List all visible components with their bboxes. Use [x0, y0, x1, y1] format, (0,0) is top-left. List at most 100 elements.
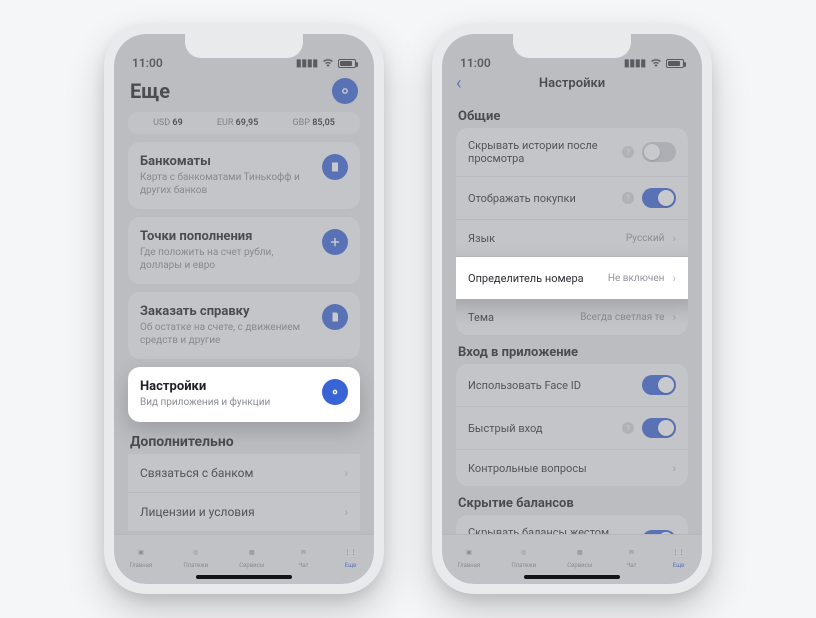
- tab-payments[interactable]: ◎Платежи: [183, 544, 208, 569]
- chevron-right-icon: ›: [672, 461, 676, 475]
- setting-theme[interactable]: Тема Всегда светлая те ›: [456, 299, 688, 335]
- menu-item-topup[interactable]: Точки пополнения Где положить на счет ру…: [128, 217, 360, 284]
- chevron-right-icon: ›: [344, 466, 348, 480]
- group-title-login: Вход в приложение: [458, 345, 686, 360]
- signal-icon: ▮▮▮▮: [624, 58, 646, 69]
- chevron-right-icon: ›: [672, 271, 676, 285]
- chat-icon: ✉: [295, 544, 311, 560]
- services-icon: ▦: [244, 544, 260, 560]
- home-indicator[interactable]: [196, 575, 292, 579]
- tab-more[interactable]: ⋮⋮Еще: [342, 544, 358, 569]
- tab-more[interactable]: ⋮⋮Еще: [670, 544, 686, 569]
- extra-licenses[interactable]: Лицензии и условия ›: [128, 493, 360, 532]
- more-icon: ⋮⋮: [670, 544, 686, 560]
- hide-history-label: Скрывать истории после просмотра: [468, 139, 614, 165]
- page-header: Еще: [114, 72, 374, 112]
- toggle-quick-login[interactable]: [642, 418, 676, 438]
- currency-rates[interactable]: USD 69 EUR 69,95 GBP 85,05: [128, 112, 360, 134]
- back-button[interactable]: ‹: [456, 73, 461, 94]
- menu-item-settings[interactable]: Настройки Вид приложения и функции: [128, 367, 360, 422]
- payments-icon: ◎: [516, 544, 532, 560]
- tab-chat[interactable]: ✉Чат: [623, 544, 639, 569]
- gbp-label: GBP: [293, 118, 310, 128]
- status-time: 11:00: [460, 56, 491, 70]
- theme-value: Всегда светлая те: [580, 312, 664, 323]
- setting-caller-id[interactable]: Определитель номера Не включен ›: [456, 257, 688, 299]
- quick-login-label: Быстрый вход: [468, 422, 614, 435]
- settings-title: Настройки: [140, 379, 312, 394]
- home-icon: ▣: [133, 544, 149, 560]
- profile-icon[interactable]: [332, 78, 358, 104]
- status-time: 11:00: [132, 56, 163, 70]
- usd-label: USD: [153, 118, 170, 128]
- language-label: Язык: [468, 232, 618, 245]
- services-icon: ▦: [572, 544, 588, 560]
- chevron-right-icon: ›: [344, 505, 348, 519]
- chat-icon: ✉: [623, 544, 639, 560]
- tab-services[interactable]: ▦Сервисы: [239, 544, 264, 569]
- settings-group-login: Использовать Face ID Быстрый вход ? Конт…: [456, 364, 688, 486]
- atm-icon: [322, 154, 348, 180]
- atms-subtitle: Карта с банкоматами Тинькофф и других ба…: [140, 172, 312, 197]
- tab-main[interactable]: ▣Главная: [130, 544, 153, 569]
- security-questions-label: Контрольные вопросы: [468, 462, 664, 475]
- nav-title: Настройки: [539, 76, 605, 91]
- toggle-faceid[interactable]: [642, 375, 676, 395]
- eur-value: 69,95: [236, 118, 259, 128]
- gbp-value: 85,05: [312, 118, 335, 128]
- gear-icon: [322, 379, 348, 405]
- payments-icon: ◎: [188, 544, 204, 560]
- topup-title: Точки пополнения: [140, 229, 312, 244]
- help-icon[interactable]: ?: [622, 422, 634, 434]
- settings-subtitle: Вид приложения и функции: [140, 397, 312, 410]
- licenses-label: Лицензии и условия: [140, 505, 255, 519]
- phone-right-mockup: 11:00 ▮▮▮▮ ‹ Настройки Общие Скрывать ис…: [432, 24, 712, 594]
- extra-section-title: Дополнительно: [130, 434, 358, 450]
- callerid-value: Не включен: [608, 273, 665, 284]
- plus-icon: [322, 229, 348, 255]
- setting-security-questions[interactable]: Контрольные вопросы ›: [456, 450, 688, 486]
- device-notch: [185, 34, 303, 58]
- group-title-general: Общие: [458, 109, 686, 124]
- setting-show-purchases[interactable]: Отображать покупки ?: [456, 177, 688, 220]
- menu-item-atms[interactable]: Банкоматы Карта с банкоматами Тинькофф и…: [128, 142, 360, 209]
- group-title-balances: Скрытие балансов: [458, 496, 686, 511]
- wifi-icon: [650, 57, 662, 70]
- tab-payments[interactable]: ◎Платежи: [511, 544, 536, 569]
- contact-label: Связаться с банком: [140, 466, 253, 480]
- setting-language[interactable]: Язык Русский ›: [456, 220, 688, 257]
- signal-icon: ▮▮▮▮: [296, 58, 318, 69]
- setting-hide-history[interactable]: Скрывать истории после просмотра ?: [456, 128, 688, 177]
- setting-faceid[interactable]: Использовать Face ID: [456, 364, 688, 407]
- help-icon[interactable]: ?: [622, 146, 634, 158]
- statement-subtitle: Об остатке на счете, с движением средств…: [140, 322, 312, 347]
- setting-quick-login[interactable]: Быстрый вход ?: [456, 407, 688, 450]
- extra-contact-bank[interactable]: Связаться с банком ›: [128, 454, 360, 493]
- atms-title: Банкоматы: [140, 154, 312, 169]
- topup-subtitle: Где положить на счет рубли, доллары и ев…: [140, 247, 312, 272]
- toggle-show-purchases[interactable]: [642, 188, 676, 208]
- toggle-hide-history[interactable]: [642, 142, 676, 162]
- home-indicator[interactable]: [524, 575, 620, 579]
- settings-group-general: Скрывать истории после просмотра ? Отобр…: [456, 128, 688, 335]
- home-icon: ▣: [461, 544, 477, 560]
- nav-bar: ‹ Настройки: [442, 72, 702, 99]
- help-icon[interactable]: ?: [622, 192, 634, 204]
- battery-icon: [666, 59, 684, 68]
- page-title: Еще: [130, 79, 170, 103]
- language-value: Русский: [626, 233, 664, 244]
- tab-main[interactable]: ▣Главная: [458, 544, 481, 569]
- phone-left-mockup: 11:00 ▮▮▮▮ Еще USD 69 EUR 69,95 GBP 85,0…: [104, 24, 384, 594]
- eur-label: EUR: [217, 118, 234, 128]
- tab-chat[interactable]: ✉Чат: [295, 544, 311, 569]
- device-notch: [513, 34, 631, 58]
- document-icon: [322, 304, 348, 330]
- statement-title: Заказать справку: [140, 304, 312, 319]
- chevron-right-icon: ›: [672, 231, 676, 245]
- tab-services[interactable]: ▦Сервисы: [567, 544, 592, 569]
- wifi-icon: [322, 57, 334, 70]
- menu-item-statement[interactable]: Заказать справку Об остатке на счете, с …: [128, 292, 360, 359]
- usd-value: 69: [172, 118, 182, 128]
- theme-label: Тема: [468, 311, 572, 324]
- more-icon: ⋮⋮: [342, 544, 358, 560]
